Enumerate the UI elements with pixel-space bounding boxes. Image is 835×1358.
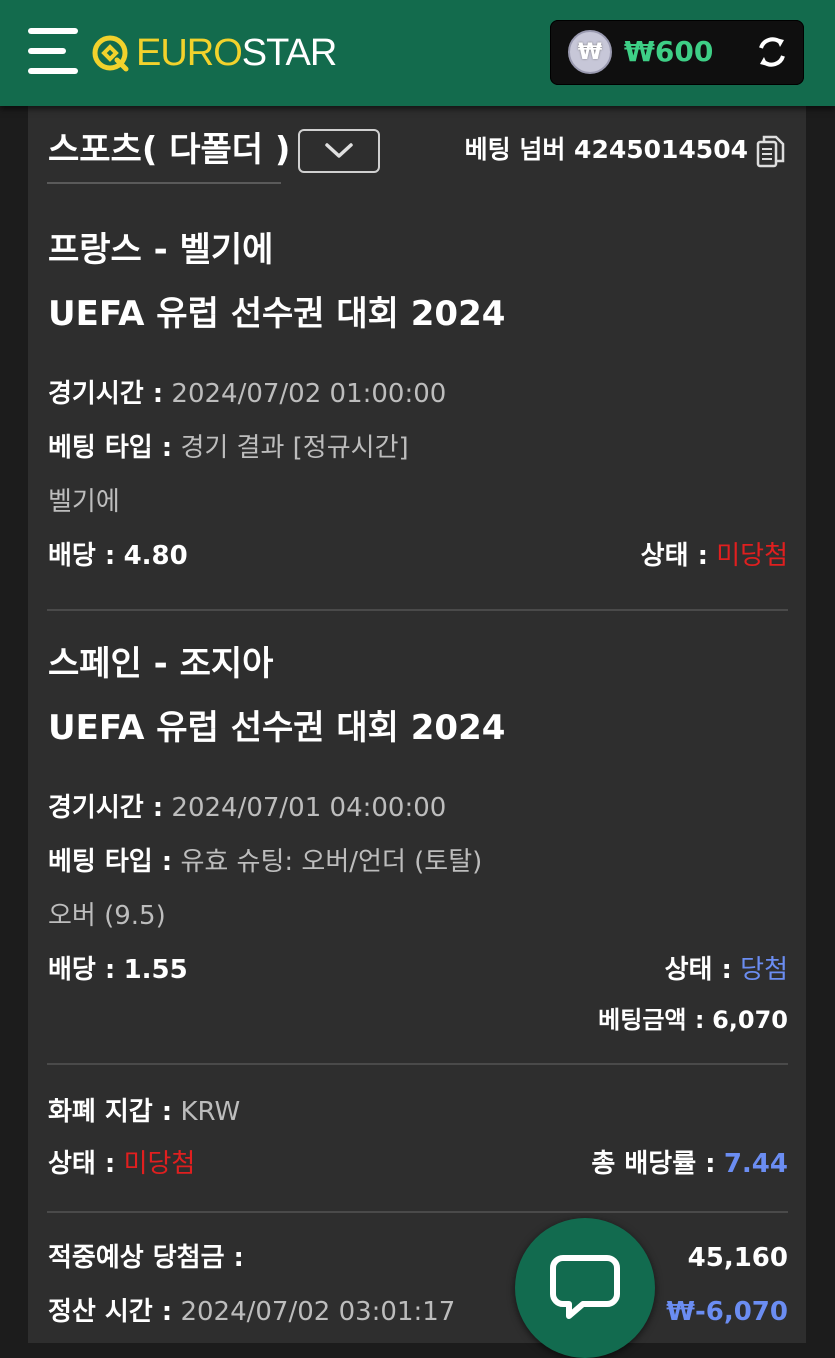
divider [47,609,788,611]
selection-2-stake-row: 베팅금액 : 6,070 [598,1006,788,1034]
selection-1-odds-row: 배당 : 4.80 [48,541,188,571]
status-badge: 당첨 [740,955,788,985]
chat-bubble-icon [550,1255,620,1319]
expected-win-row: 적중예상 당첨금 : [48,1243,244,1273]
settle-time-row: 정산 시간 : 2024/07/02 03:01:17 [48,1297,456,1327]
status-badge: 미당첨 [123,1149,196,1179]
chevron-down-icon [325,143,353,158]
selection-1-pick: 벨기에 [48,487,120,517]
selection-2-pick: 오버 (9.5) [48,901,166,931]
selection-1-type-row: 베팅 타입 : 경기 결과 [정규시간] [48,433,409,463]
won-coin-icon: ₩ [568,30,612,74]
divider [47,1063,788,1065]
bet-number-label: 베팅 넘버 [464,135,566,164]
refresh-icon[interactable] [754,34,790,70]
selection-2-league: UEFA 유럽 선수권 대회 2024 [48,708,506,748]
top-header: EUROSTAR ₩ ₩600 [0,0,835,106]
balance-box: ₩ ₩600 [550,20,804,85]
summary-status-row: 상태 : 미당첨 [48,1149,196,1179]
bet-number-value: 4245014504 [574,135,748,164]
expand-dropdown-button[interactable] [298,129,380,173]
balance-amount: ₩600 [624,35,714,68]
bet-number: 베팅 넘버 4245014504 [465,132,748,168]
sport-title: 스포츠( 다폴더 ) [48,130,291,170]
total-odds-row: 총 배당률 : 7.44 [591,1149,788,1179]
copy-icon[interactable] [756,134,786,168]
divider [47,1211,788,1213]
settle-amount: ₩-6,070 [666,1297,788,1327]
selection-2-odds-row: 배당 : 1.55 [48,955,188,985]
status-badge: 미당첨 [716,541,788,571]
selection-2-match: 스페인 - 조지아 [48,644,274,684]
site-logo[interactable]: EUROSTAR [90,30,337,76]
bet-detail-panel: 스포츠( 다폴더 ) 베팅 넘버 4245014504 프랑스 - 벨기에 UE… [28,106,806,1343]
chat-button[interactable] [515,1218,655,1358]
title-underline [47,182,281,184]
expected-win-value: 45,160 [687,1243,788,1273]
selection-1-time-row: 경기시간 : 2024/07/02 01:00:00 [48,379,447,409]
selection-1-status-row: 상태 : 미당첨 [640,541,788,571]
selection-1-league: UEFA 유럽 선수권 대회 2024 [48,294,506,334]
wallet-row: 화폐 지갑 : KRW [48,1097,241,1127]
selection-2-type-row: 베팅 타입 : 유효 슈팅: 오버/언더 (토탈) [48,847,483,877]
logo-text: EUROSTAR [136,32,337,74]
hamburger-menu-icon[interactable] [28,26,80,78]
logo-q-icon [92,35,129,72]
selection-2-status-row: 상태 : 당첨 [664,955,788,985]
selection-1-match: 프랑스 - 벨기에 [48,230,274,270]
selection-2-time-row: 경기시간 : 2024/07/01 04:00:00 [48,793,447,823]
